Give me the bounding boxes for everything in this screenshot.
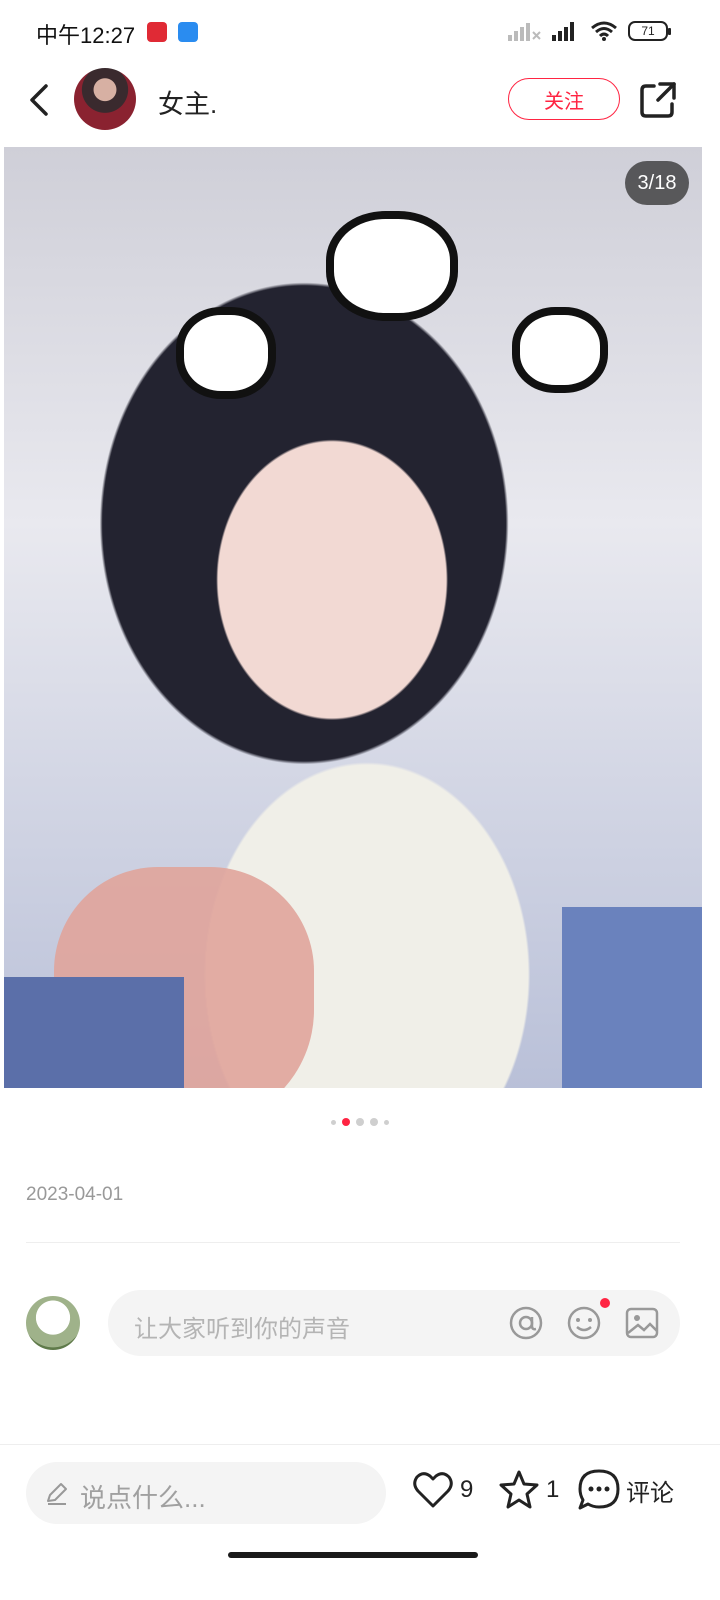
- comment-button[interactable]: 评论: [576, 1467, 674, 1513]
- carousel-dot: [370, 1118, 378, 1126]
- back-icon[interactable]: [20, 78, 60, 122]
- notification-dot: [600, 1298, 610, 1308]
- at-icon[interactable]: [506, 1303, 546, 1343]
- jacket-shape: [562, 907, 702, 1088]
- comment-label: 评论: [626, 1479, 674, 1507]
- status-time: 中午12:27: [36, 23, 136, 48]
- like-button[interactable]: 9: [410, 1467, 473, 1513]
- collect-button[interactable]: 1: [496, 1467, 559, 1513]
- sticker-decoration: [512, 307, 608, 393]
- signal-icon: [508, 23, 541, 41]
- pencil-icon: [47, 1483, 67, 1505]
- emoji-icon[interactable]: [564, 1303, 604, 1343]
- carousel-dot: [356, 1118, 364, 1126]
- app-notification-icon: [147, 22, 167, 42]
- follow-button[interactable]: 关注: [508, 78, 620, 120]
- battery-icon: 71: [628, 21, 671, 41]
- wifi-icon: [591, 21, 617, 41]
- post-header: 女主. 关注: [0, 64, 720, 138]
- say-something-placeholder: 说点什么...: [80, 1483, 206, 1513]
- author-avatar[interactable]: [74, 68, 136, 130]
- collect-count: 1: [546, 1476, 560, 1503]
- status-icons: 71: [508, 20, 671, 42]
- home-indicator[interactable]: [228, 1552, 478, 1558]
- post-image[interactable]: [4, 147, 702, 1088]
- post-date: 2023-04-01: [26, 1184, 124, 1205]
- divider: [26, 1242, 680, 1243]
- image-icon[interactable]: [622, 1303, 662, 1343]
- carousel-indicator: [0, 1118, 720, 1126]
- sticker-decoration: [176, 307, 276, 399]
- comment-input[interactable]: 让大家听到你的声音: [108, 1290, 680, 1356]
- author-name[interactable]: 女主.: [158, 84, 217, 121]
- bottom-action-bar: 说点什么... 9 1 评论: [0, 1445, 720, 1545]
- my-avatar: [26, 1296, 80, 1350]
- carousel-dot-active: [342, 1118, 350, 1126]
- battery-level: 71: [641, 24, 655, 38]
- sticker-decoration: [326, 211, 458, 321]
- star-icon: [499, 1470, 539, 1509]
- say-something-input[interactable]: 说点什么...: [26, 1462, 386, 1524]
- comment-placeholder: 让大家听到你的声音: [134, 1316, 350, 1343]
- like-count: 9: [460, 1476, 474, 1503]
- signal-icon: [552, 22, 574, 41]
- comment-bubble-icon: [578, 1469, 620, 1510]
- heart-icon: [413, 1472, 453, 1508]
- image-page-counter: 3/18: [625, 161, 689, 205]
- carousel-dot: [331, 1119, 336, 1125]
- app-notification-icon: [178, 22, 198, 42]
- status-bar: 中午12:27 71: [0, 0, 720, 64]
- carousel-dot: [384, 1119, 389, 1125]
- jacket-shape: [4, 977, 184, 1088]
- share-icon[interactable]: [636, 78, 680, 122]
